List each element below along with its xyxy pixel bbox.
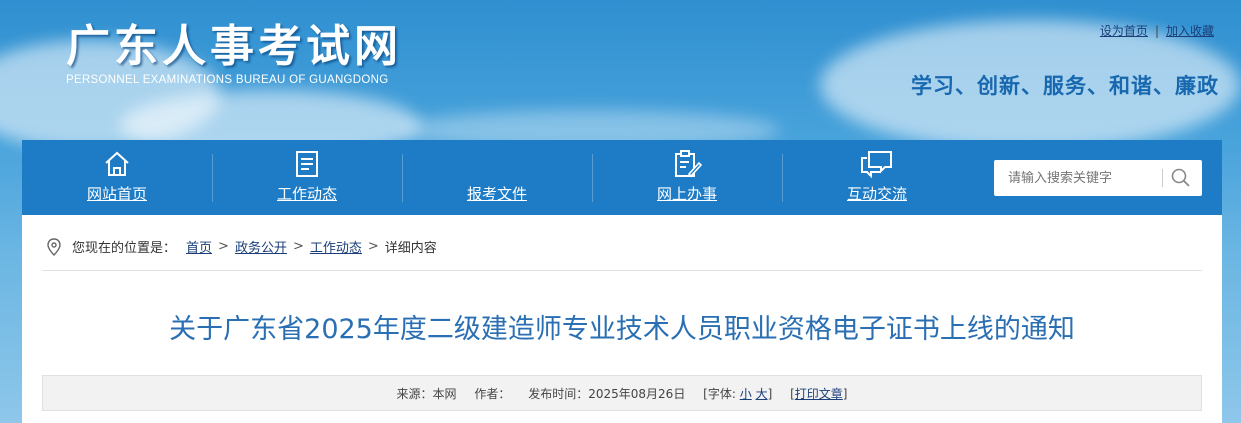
site-slogan: 学习、创新、服务、和谐、廉政: [911, 74, 1219, 98]
top-links-separator: |: [1154, 24, 1159, 38]
breadcrumb-prefix: 您现在的位置是：: [72, 241, 177, 256]
document-list-icon: [296, 151, 318, 177]
search-divider: [1162, 169, 1163, 187]
search-box: [994, 160, 1202, 196]
nav-item-interaction[interactable]: 互动交流: [782, 140, 972, 215]
main-nav: 网站首页 工作动态 报考文件 网上办事 互动交流: [22, 140, 1222, 215]
source-label: 来源：: [396, 387, 433, 401]
site-header: 广东人事考试网 PERSONNEL EXAMINATIONS BUREAU OF…: [0, 0, 1241, 140]
nav-item-label: 报考文件: [466, 185, 527, 203]
publish-date: 2025年08月26日: [588, 387, 686, 401]
home-icon: [105, 151, 129, 176]
breadcrumb-link-home[interactable]: 首页: [186, 237, 212, 256]
author-label: 作者：: [474, 387, 511, 401]
clipboard-edit-icon: [675, 150, 702, 178]
location-pin-icon: [47, 237, 61, 256]
breadcrumb-separator: >: [218, 239, 229, 254]
breadcrumb: 您现在的位置是： 首页 > 政务公开 > 工作动态 > 详细内容: [46, 237, 437, 256]
font-large-link[interactable]: 大: [756, 387, 768, 401]
font-small-link[interactable]: 小: [740, 387, 752, 401]
nav-item-label: 工作动态: [276, 185, 337, 203]
date-label: 发布时间：: [528, 387, 589, 401]
breadcrumb-link-gov-affairs[interactable]: 政务公开: [235, 237, 287, 256]
nav-item-home[interactable]: 网站首页: [22, 140, 212, 215]
content-panel: 您现在的位置是： 首页 > 政务公开 > 工作动态 > 详细内容 关于广东省20…: [22, 215, 1222, 423]
chat-bubbles-icon: [861, 151, 892, 179]
nav-item-label: 网上办事: [656, 185, 717, 203]
source-value: 本网: [432, 387, 457, 401]
font-size-close: ]: [767, 387, 773, 401]
print-close: ]: [842, 387, 848, 401]
breadcrumb-separator: >: [292, 239, 304, 254]
search-icon[interactable]: [1170, 167, 1192, 189]
nav-item-online-service[interactable]: 网上办事: [592, 140, 782, 215]
nav-item-label: 互动交流: [846, 185, 907, 203]
site-logo-english: PERSONNEL EXAMINATIONS BUREAU OF GUANGDO…: [66, 74, 389, 86]
top-links: 设为首页 | 加入收藏: [1100, 22, 1214, 39]
search-input[interactable]: [994, 160, 1162, 196]
site-logo[interactable]: 广东人事考试网: [66, 10, 402, 74]
nav-item-work-news[interactable]: 工作动态: [212, 140, 402, 215]
breadcrumb-separator: >: [367, 239, 379, 254]
breadcrumb-current: 详细内容: [384, 241, 437, 256]
nav-item-label: 网站首页: [86, 185, 147, 203]
font-size-label: [字体:: [703, 387, 736, 401]
breadcrumb-divider: [42, 270, 1202, 271]
article-title: 关于广东省2025年度二级建造师专业技术人员职业资格电子证书上线的通知: [169, 314, 1075, 345]
article-meta: 来源：本网 作者： 发布时间：2025年08月26日 [字体: 小 大] [打印…: [42, 375, 1202, 411]
add-favorite-link[interactable]: 加入收藏: [1166, 24, 1214, 38]
print-article-link[interactable]: 打印文章: [795, 387, 843, 401]
nav-item-exam-files[interactable]: 报考文件: [402, 140, 592, 215]
set-homepage-link[interactable]: 设为首页: [1100, 24, 1148, 38]
breadcrumb-link-work-news[interactable]: 工作动态: [310, 237, 362, 256]
